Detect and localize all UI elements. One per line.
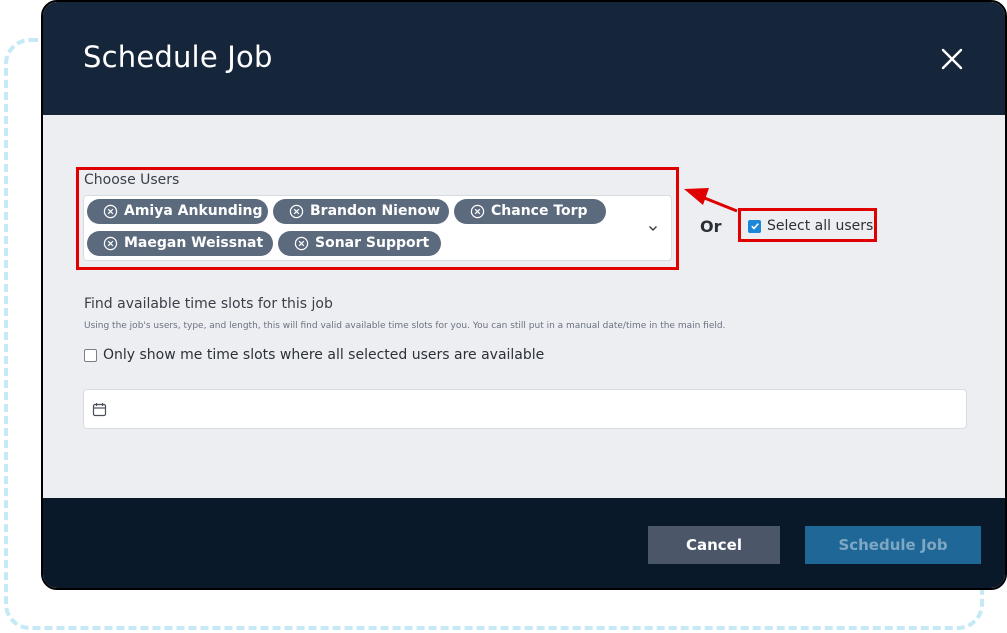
modal-title: Schedule Job xyxy=(83,40,273,74)
modal-footer: Cancel Schedule Job xyxy=(43,498,1005,588)
or-label: Or xyxy=(700,217,722,236)
datetime-input-wrapper[interactable] xyxy=(83,389,967,429)
annotation-highlight-select-all xyxy=(738,208,877,242)
annotation-highlight-users xyxy=(76,167,679,270)
screenshot-stage: Schedule Job Choose Users Amiya Ankundin xyxy=(0,0,1007,633)
modal-header: Schedule Job xyxy=(43,2,1005,115)
close-button[interactable] xyxy=(937,44,967,74)
schedule-job-modal: Schedule Job Choose Users Amiya Ankundin xyxy=(41,0,1007,590)
only-show-label: Only show me time slots where all select… xyxy=(103,347,545,363)
calendar-icon[interactable] xyxy=(92,402,107,417)
datetime-input[interactable] xyxy=(114,390,958,428)
time-slots-title: Find available time slots for this job xyxy=(84,296,333,312)
cancel-button[interactable]: Cancel xyxy=(648,526,780,564)
close-icon[interactable] xyxy=(937,44,967,74)
only-show-checkbox[interactable] xyxy=(84,348,97,362)
modal-body: Choose Users Amiya Ankunding Brandon Nie… xyxy=(43,115,1005,498)
only-show-available-option[interactable]: Only show me time slots where all select… xyxy=(84,347,544,363)
time-slots-help: Using the job's users, type, and length,… xyxy=(84,321,726,331)
schedule-job-button[interactable]: Schedule Job xyxy=(805,526,981,564)
